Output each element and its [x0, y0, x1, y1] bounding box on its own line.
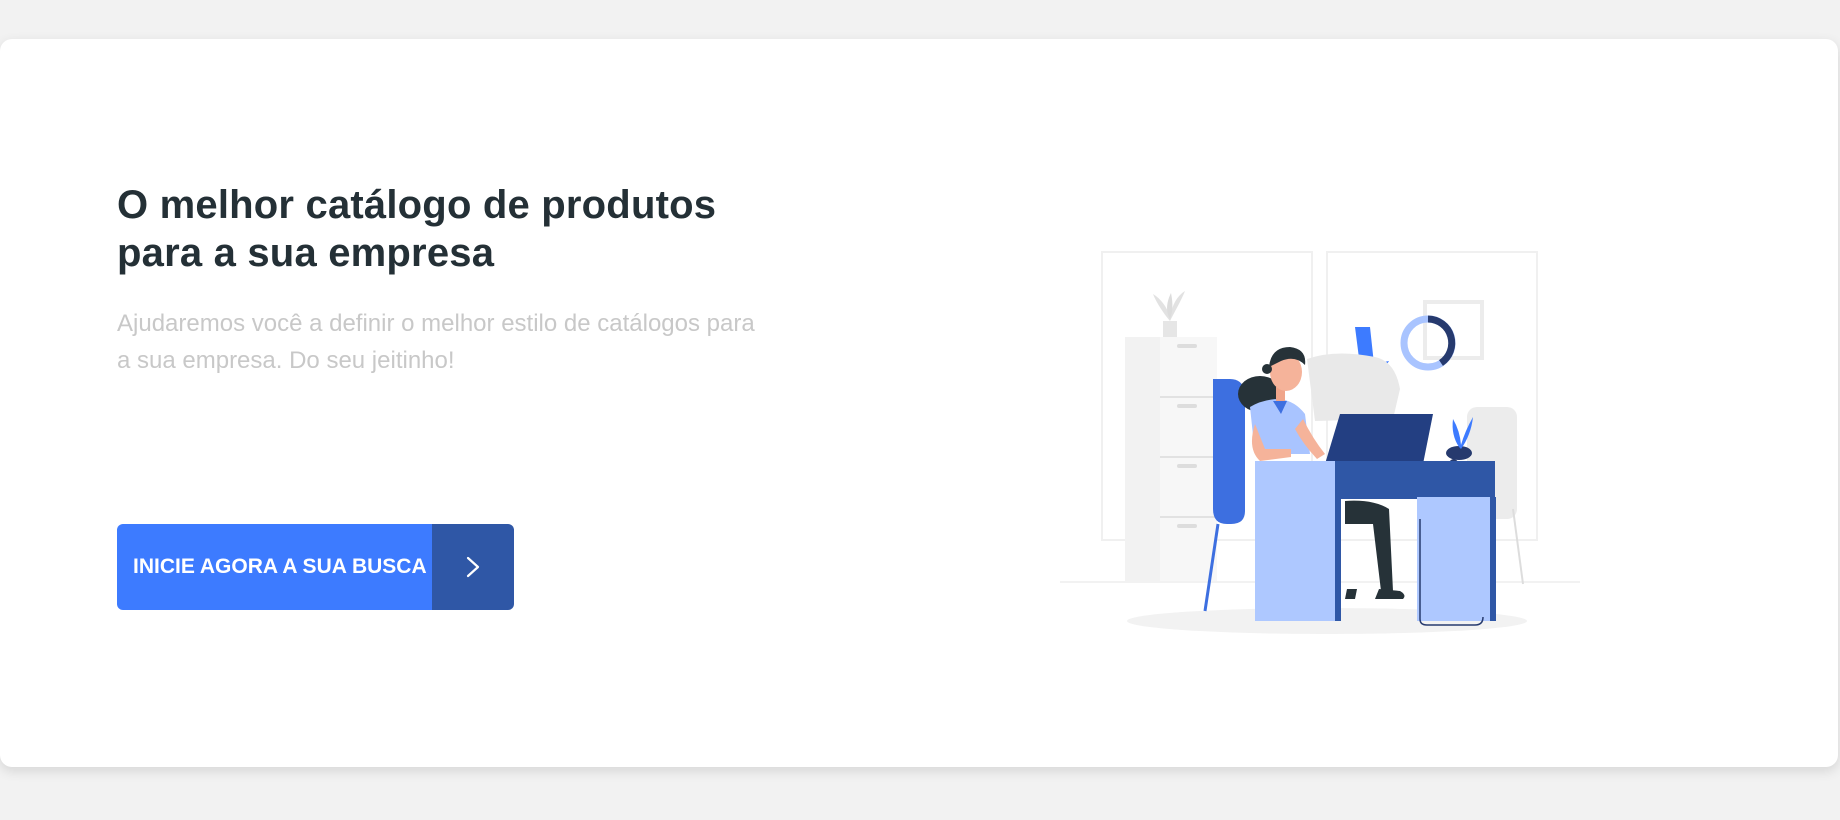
- office-worker-illustration: [1055, 239, 1585, 664]
- hero-title: O melhor catálogo de produtos para a sua…: [117, 181, 837, 277]
- start-search-button[interactable]: INICIE AGORA A SUA BUSCA: [117, 524, 514, 610]
- hero-title-line1: O melhor catálogo de produtos: [117, 183, 717, 227]
- hero-title-line2: para a sua empresa: [117, 231, 495, 275]
- chevron-right-icon[interactable]: [432, 524, 514, 610]
- hero-subtitle-line1: Ajudaremos você a definir o melhor estil…: [117, 310, 755, 337]
- hero-subtitle: Ajudaremos você a definir o melhor estil…: [117, 305, 837, 379]
- hero-card: O melhor catálogo de produtos para a sua…: [0, 39, 1838, 767]
- start-search-button-label[interactable]: INICIE AGORA A SUA BUSCA: [117, 524, 432, 610]
- hero-text: O melhor catálogo de produtos para a sua…: [117, 181, 837, 379]
- hero-subtitle-line2: a sua empresa. Do seu jeitinho!: [117, 347, 455, 374]
